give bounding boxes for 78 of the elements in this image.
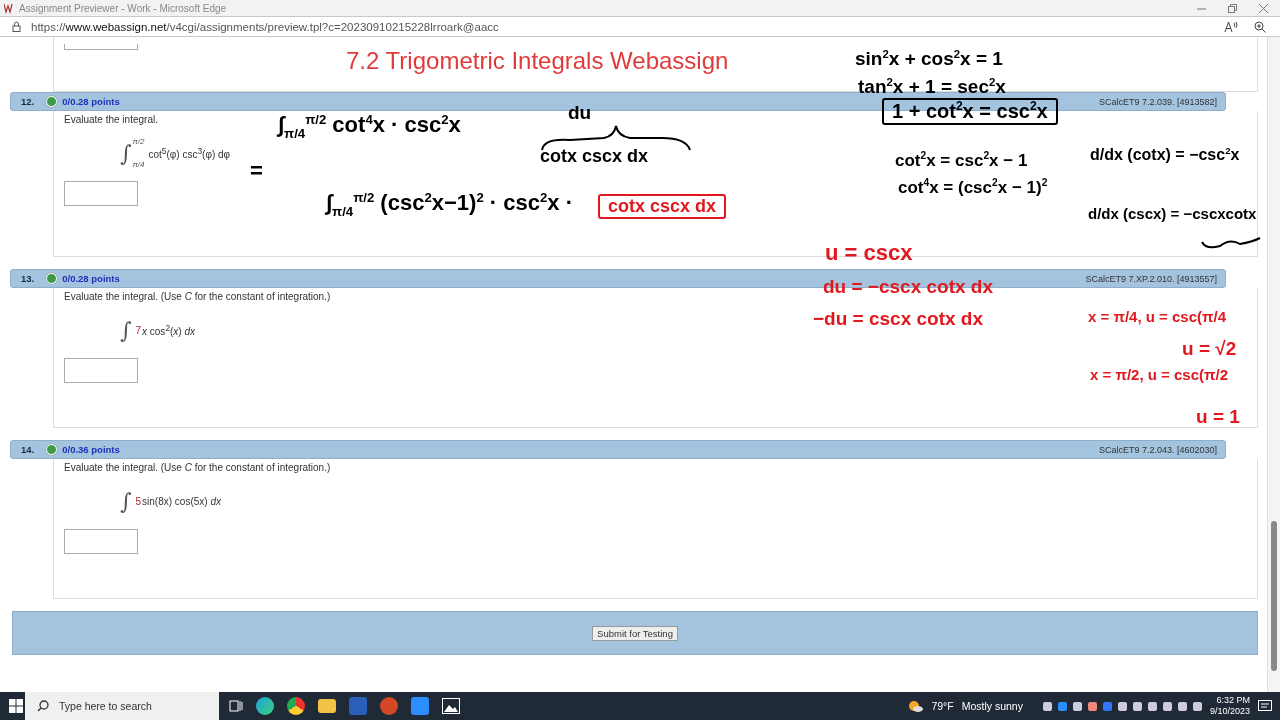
- points-label: 0/0.36 points: [62, 444, 120, 455]
- system-tray-icons[interactable]: [1042, 701, 1202, 711]
- answer-field[interactable]: [64, 529, 138, 554]
- question-number: 14.: [21, 444, 35, 455]
- search-icon: [37, 700, 49, 712]
- windows-start-icon[interactable]: [9, 699, 23, 713]
- handwritten-note: ∫$_{π/4}$$^{π/2}$ cot$^{4}$x · csc$^{2}$x: [278, 112, 461, 141]
- lower-limit: π/4: [132, 160, 145, 169]
- points-label: 0/0.28 points: [62, 273, 120, 284]
- question-prompt: Evaluate the integral. (Use C for the constant of integration.): [64, 291, 331, 302]
- question-number: 13.: [21, 273, 35, 284]
- photos-icon[interactable]: [442, 698, 460, 714]
- question-number: 12.: [21, 96, 35, 107]
- folder-icon[interactable]: [318, 699, 336, 713]
- close-icon[interactable]: [1259, 3, 1268, 13]
- integrand: cot$^{5}$(φ) csc$^{3}$(φ) dφ: [148, 145, 231, 161]
- handwritten-note: cot$^{2}$x = csc$^{2}$x − 1: [895, 150, 1028, 171]
- handwritten-note: x = π/2, u = csc(π/2: [1090, 366, 1229, 384]
- question-prompt: Evaluate the integral.: [64, 114, 158, 125]
- integrand: sin(8x) cos(5x) dx: [142, 495, 221, 507]
- chrome-icon[interactable]: [287, 697, 305, 715]
- handwritten-note: du = −cscx cotx dx: [823, 276, 994, 298]
- temperature: 79°F: [931, 700, 954, 712]
- handwritten-note: d/dx (cscx) = −cscxcotx: [1088, 205, 1257, 223]
- notification-icon[interactable]: [1258, 699, 1272, 713]
- handwritten-note: cot$^{4}$x = (csc$^{2}$x − 1)$^{2}$: [898, 177, 1048, 198]
- question-code: SCalcET9 7.XP.2.010. [4913557]: [1085, 273, 1217, 284]
- status-icon: [46, 96, 58, 107]
- upper-limit: π/2: [132, 137, 145, 146]
- answer-field[interactable]: [64, 181, 138, 206]
- integral-sign: ∫: [120, 317, 132, 343]
- read-aloud-icon[interactable]: [1224, 20, 1238, 33]
- handwritten-note: cotx cscx dx: [540, 146, 649, 167]
- clock-time: 6:32 PM: [1216, 695, 1250, 706]
- weather-label: Mostly sunny: [961, 700, 1023, 712]
- taskbar-search-field[interactable]: Type here to search: [25, 692, 219, 720]
- integral-sign: ∫: [120, 488, 132, 514]
- coefficient: 7: [135, 324, 142, 336]
- question-prompt: Evaluate the integral. (Use C for the constant of integration.): [64, 462, 331, 473]
- handwritten-note: du: [568, 102, 592, 124]
- coefficient: 5: [135, 495, 142, 507]
- search-placeholder: Type here to search: [59, 700, 152, 712]
- integrand: x cos$^{2}$(x) dx: [142, 322, 196, 338]
- status-icon: [46, 444, 58, 455]
- handwritten-note: ∫$_{π/4}$$^{π/2}$ (csc$^{2}$x−1)$^{2}$ · csc$^{2}$x ·: [326, 190, 574, 219]
- handwritten-note: =: [250, 158, 263, 184]
- powerpoint-icon[interactable]: [380, 697, 398, 715]
- clock-date: 9/10/2023: [1209, 706, 1250, 717]
- handwritten-note: cotx cscx dx: [598, 194, 727, 219]
- integral-sign: ∫: [120, 140, 132, 166]
- task-view-icon[interactable]: [229, 699, 243, 713]
- points-label: 0/0.28 points: [62, 96, 120, 107]
- handwritten-note: u = √2: [1182, 338, 1237, 360]
- scrollbar[interactable]: [1267, 37, 1280, 692]
- page-title: 7.2 Trigometric Integrals Webassign: [346, 47, 729, 75]
- browser-icon[interactable]: [256, 697, 274, 715]
- zoom-icon[interactable]: [1254, 20, 1266, 33]
- handwritten-note: 1 + cot$^{2}$x = csc$^{2}$x: [882, 98, 1058, 125]
- submit-button[interactable]: Submit for Testing: [592, 625, 678, 641]
- scrollbar-thumb[interactable]: [1271, 521, 1277, 671]
- restore-icon[interactable]: [1228, 3, 1237, 13]
- handwritten-note: tan$^{2}$x + 1 = sec$^{2}$x: [858, 76, 1006, 99]
- handwritten-note: u = 1: [1196, 406, 1240, 428]
- handwritten-note: x = π/4, u = csc(π/4: [1088, 308, 1227, 326]
- weather-icon[interactable]: [907, 699, 924, 713]
- handwritten-note: sin$^{2}$x + cos$^{2}$x = 1: [855, 48, 1003, 71]
- status-icon: [46, 273, 58, 284]
- handwritten-note: u = cscx: [825, 240, 913, 266]
- address-field[interactable]: https://www.webassign.net/v4cgi/assignments/preview.tpl?c=20230910215228lrroark@aacc: [31, 20, 499, 33]
- question-code: SCalcET9 7.2.043. [4602030]: [1098, 444, 1217, 455]
- handwritten-note: −du = cscx cotx dx: [813, 308, 984, 330]
- app-logo-icon: [4, 2, 15, 14]
- answer-field[interactable]: [64, 358, 138, 383]
- handwritten-note: d/dx (cotx) = −csc$^{2}$x: [1090, 145, 1240, 165]
- lock-icon: [12, 21, 21, 32]
- answer-field[interactable]: [64, 44, 138, 50]
- question-code: SCalcET9 7.2.039. [4913582]: [1098, 96, 1217, 107]
- window-title: Assignment Previewer - Work - Microsoft Edge: [19, 2, 227, 14]
